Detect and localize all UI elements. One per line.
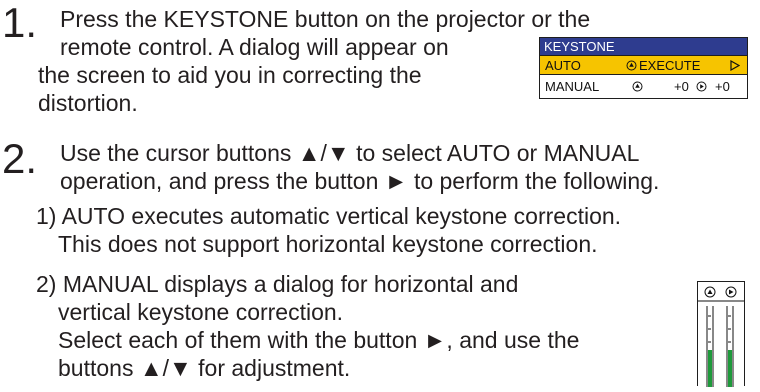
step-1-line-2: remote control. A dialog will appear on xyxy=(60,34,449,60)
step-1-line-4: distortion. xyxy=(38,90,138,116)
execute-knob-icon xyxy=(626,60,637,71)
manual-row[interactable]: MANUAL +0 +0 xyxy=(540,76,747,97)
vertical-slider-track xyxy=(706,306,714,387)
manual-page: 1. Press the KEYSTONE button on the proj… xyxy=(0,0,760,387)
manual-label: MANUAL xyxy=(545,79,600,94)
keystone-sliders-graphic xyxy=(698,286,744,387)
auto-label: AUTO xyxy=(545,58,581,73)
vertical-slider-fill xyxy=(708,350,712,387)
horizontal-slider-icon xyxy=(725,286,737,298)
horizontal-slider-fill xyxy=(728,350,732,387)
step-1-line-3: the screen to aid you in correcting the xyxy=(38,62,422,88)
horizontal-slider-track xyxy=(726,306,734,387)
vertical-slider-icon xyxy=(704,286,716,298)
sub-step-2-line-4: buttons ▲/▼ for adjustment. xyxy=(58,355,351,381)
horizontal-keystone-icon xyxy=(696,81,707,92)
triangle-right-icon xyxy=(730,60,740,71)
sub-step-1-line-1: 1) AUTO executes automatic vertical keys… xyxy=(36,203,622,229)
keystone-dialog: KEYSTONE AUTO EXECUTE MANUAL +0 +0 xyxy=(539,37,748,99)
step-2-line-2: operation, and press the button ► to per… xyxy=(60,168,660,194)
auto-row[interactable]: AUTO EXECUTE xyxy=(540,55,747,75)
vertical-value: +0 xyxy=(674,79,689,94)
manual-keystone-slider-dialog xyxy=(697,281,745,387)
horizontal-value: +0 xyxy=(715,79,730,94)
sub-step-2-line-3: Select each of them with the button ►, a… xyxy=(58,327,580,353)
step-1-line-1: Press the KEYSTONE button on the project… xyxy=(60,6,591,32)
vertical-keystone-icon xyxy=(632,81,643,92)
execute-label: EXECUTE xyxy=(639,58,701,73)
sub-step-2-line-1: 2) MANUAL displays a dialog for horizont… xyxy=(36,271,519,297)
step-1-number: 1. xyxy=(2,0,38,46)
keystone-dialog-title: KEYSTONE xyxy=(540,38,747,55)
step-2-line-1: Use the cursor buttons ▲/▼ to select AUT… xyxy=(60,140,640,166)
sub-step-2-line-2: vertical keystone correction. xyxy=(58,299,344,325)
step-2-number: 2. xyxy=(2,135,38,182)
sub-step-1-line-2: This does not support horizontal keyston… xyxy=(58,231,598,257)
